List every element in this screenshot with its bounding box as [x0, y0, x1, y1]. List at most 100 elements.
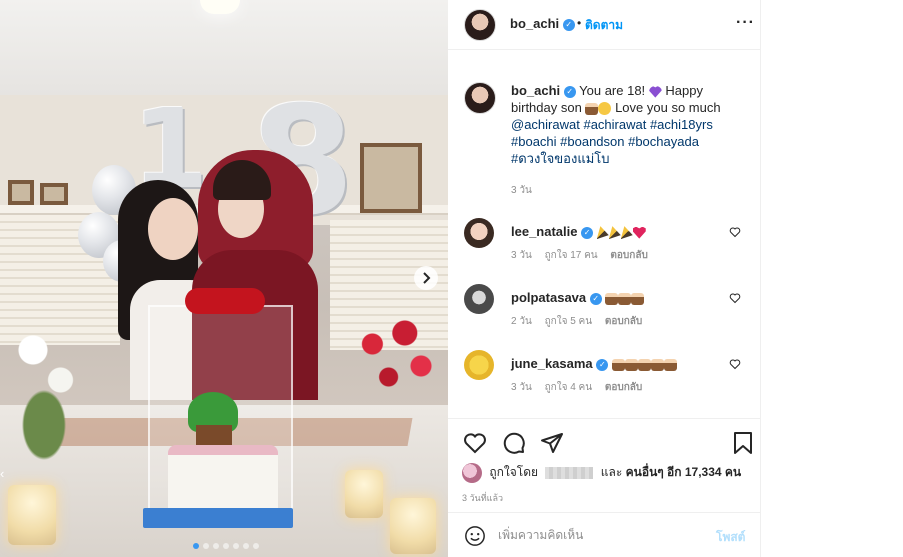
verified-badge-icon: ✓ [563, 85, 576, 98]
cake-icon [663, 358, 677, 371]
carousel-dot [233, 543, 239, 549]
header-username[interactable]: bo_achi ✓ [510, 16, 575, 31]
like-heart-icon[interactable] [463, 431, 487, 455]
heart-outline-icon[interactable] [729, 226, 741, 238]
hashtags-line-3[interactable]: #ดวงใจของแม่โบ [511, 151, 610, 166]
bookmark-icon[interactable] [732, 431, 754, 455]
ceiling [0, 0, 448, 95]
mention-link[interactable]: @achirawat [511, 117, 580, 132]
party-popper-icon [620, 226, 633, 240]
post-header: bo_achi ✓ • ติดตาม ··· [448, 0, 761, 50]
cake-icon [611, 358, 625, 371]
hashtags-line-1[interactable]: #achirawat #achi18yrs [583, 117, 712, 132]
post-photo[interactable]: 1 8 ‹ [0, 0, 448, 557]
comment-meta: 2 วัน ถูกใจ 5 คน ตอบกลับ [511, 314, 652, 329]
candle [390, 498, 436, 554]
reply-button[interactable]: ตอบกลับ [610, 250, 647, 261]
comment-time[interactable]: 3 วัน [511, 250, 532, 261]
comment-meta: 3 วัน ถูกใจ 17 คน ตอบกลับ [511, 248, 658, 263]
comment-time[interactable]: 3 วัน [511, 382, 532, 393]
post-caption: bo_achi ✓ You are 18! Happy birthday son… [511, 82, 751, 167]
more-options-icon[interactable]: ··· [736, 14, 755, 32]
reply-button[interactable]: ตอบกลับ [605, 316, 642, 327]
follow-button[interactable]: ติดตาม [585, 16, 623, 35]
emoji-picker-icon[interactable] [464, 525, 486, 547]
post-comment-button[interactable]: โพสต์ [716, 528, 745, 547]
likes-and-label: และ [600, 465, 623, 480]
caption-time[interactable]: 3 วัน [511, 183, 532, 198]
reply-button[interactable]: ตอบกลับ [605, 382, 642, 393]
cake-icon [624, 358, 638, 371]
cake-board [143, 508, 293, 528]
cake-icon [650, 358, 664, 371]
red-orchids [340, 300, 448, 410]
heart-outline-icon[interactable] [729, 358, 741, 370]
comment-input[interactable] [498, 523, 698, 547]
comment-avatar[interactable] [464, 350, 494, 380]
comment-item: polpatasava ✓ 2 วัน ถูกใจ 5 คน ตอบกลับ [448, 284, 761, 344]
cake-icon [585, 102, 599, 115]
post-timestamp[interactable]: 3 วันที่แล้ว [462, 491, 503, 505]
mother-face [148, 198, 198, 260]
comment-likes[interactable]: ถูกใจ 4 คน [545, 382, 593, 393]
party-popper-icon [608, 226, 621, 240]
username-text[interactable]: bo_achi [510, 16, 559, 31]
comment-item: june_kasama ✓ 3 วัน ถูกใจ 4 คน ตอบกลับ [448, 350, 761, 410]
post-actions: ถูกใจโดย และ คนอื่นๆ อีก 17,334 คน 3 วัน… [448, 418, 761, 508]
comment-bubble-icon[interactable] [502, 431, 526, 455]
comment-username[interactable]: polpatasava [511, 290, 586, 305]
comment-username[interactable]: june_kasama [511, 356, 593, 371]
comment-text: polpatasava ✓ [511, 290, 645, 305]
candle [8, 485, 56, 545]
verified-badge-icon: ✓ [581, 226, 594, 239]
photo-frame-small [8, 180, 34, 205]
verified-badge-icon: ✓ [562, 18, 575, 31]
carousel-dot [193, 543, 199, 549]
caption-username[interactable]: bo_achi [511, 83, 560, 98]
comment-likes[interactable]: ถูกใจ 5 คน [545, 316, 593, 327]
comment-time[interactable]: 2 วัน [511, 316, 532, 327]
comment-item: lee_natalie ✓ 3 วัน ถูกใจ 17 คน ตอบกลับ [448, 218, 761, 278]
comment-likes[interactable]: ถูกใจ 17 คน [545, 250, 598, 261]
red-ribbon-bow [185, 288, 265, 314]
smiling-face-icon [598, 102, 612, 116]
comment-text: june_kasama ✓ [511, 356, 677, 371]
birthday-cake [168, 445, 278, 517]
likes-summary: ถูกใจโดย และ คนอื่นๆ อีก 17,334 คน [462, 463, 741, 483]
share-send-icon[interactable] [540, 431, 564, 455]
comment-avatar[interactable] [464, 218, 494, 248]
party-popper-icon [596, 226, 609, 240]
hashtags-line-2[interactable]: #boachi #boandson #bochayada [511, 134, 699, 149]
blurred-username [545, 467, 594, 479]
chevron-left-icon[interactable]: ‹ [0, 466, 10, 484]
comment-avatar[interactable] [464, 284, 494, 314]
cake-icon [618, 292, 632, 305]
caption-text-3: Love you so much [615, 100, 721, 115]
liker-avatar[interactable] [462, 463, 482, 483]
caption-text-1: You are 18! [579, 83, 646, 98]
comment-text: lee_natalie ✓ [511, 224, 646, 240]
carousel-dot [203, 543, 209, 549]
likes-count[interactable]: คนอื่นๆ อีก 17,334 คน [626, 465, 742, 479]
separator-dot: • [577, 16, 582, 30]
carousel-dot [213, 543, 219, 549]
cake-icon [631, 292, 645, 305]
carousel-dot [243, 543, 249, 549]
caption-avatar[interactable] [464, 82, 496, 114]
verified-badge-icon: ✓ [596, 358, 609, 371]
cake-topper-trunk [196, 425, 232, 447]
carousel-dots [193, 543, 259, 549]
red-heart-icon [632, 226, 646, 239]
carousel-dot [223, 543, 229, 549]
chevron-right-icon [423, 272, 431, 284]
next-slide-button[interactable] [414, 266, 438, 290]
liked-by-label: ถูกใจโดย [489, 465, 539, 480]
post-panel: bo_achi ✓ • ติดตาม ··· bo_achi ✓ You are… [448, 0, 761, 557]
candle [345, 470, 383, 518]
heart-outline-icon[interactable] [729, 292, 741, 304]
photo-frame-large [360, 143, 422, 213]
comment-username[interactable]: lee_natalie [511, 224, 578, 239]
cake-icon [605, 292, 619, 305]
white-lilies [0, 320, 110, 470]
avatar[interactable] [464, 9, 496, 41]
